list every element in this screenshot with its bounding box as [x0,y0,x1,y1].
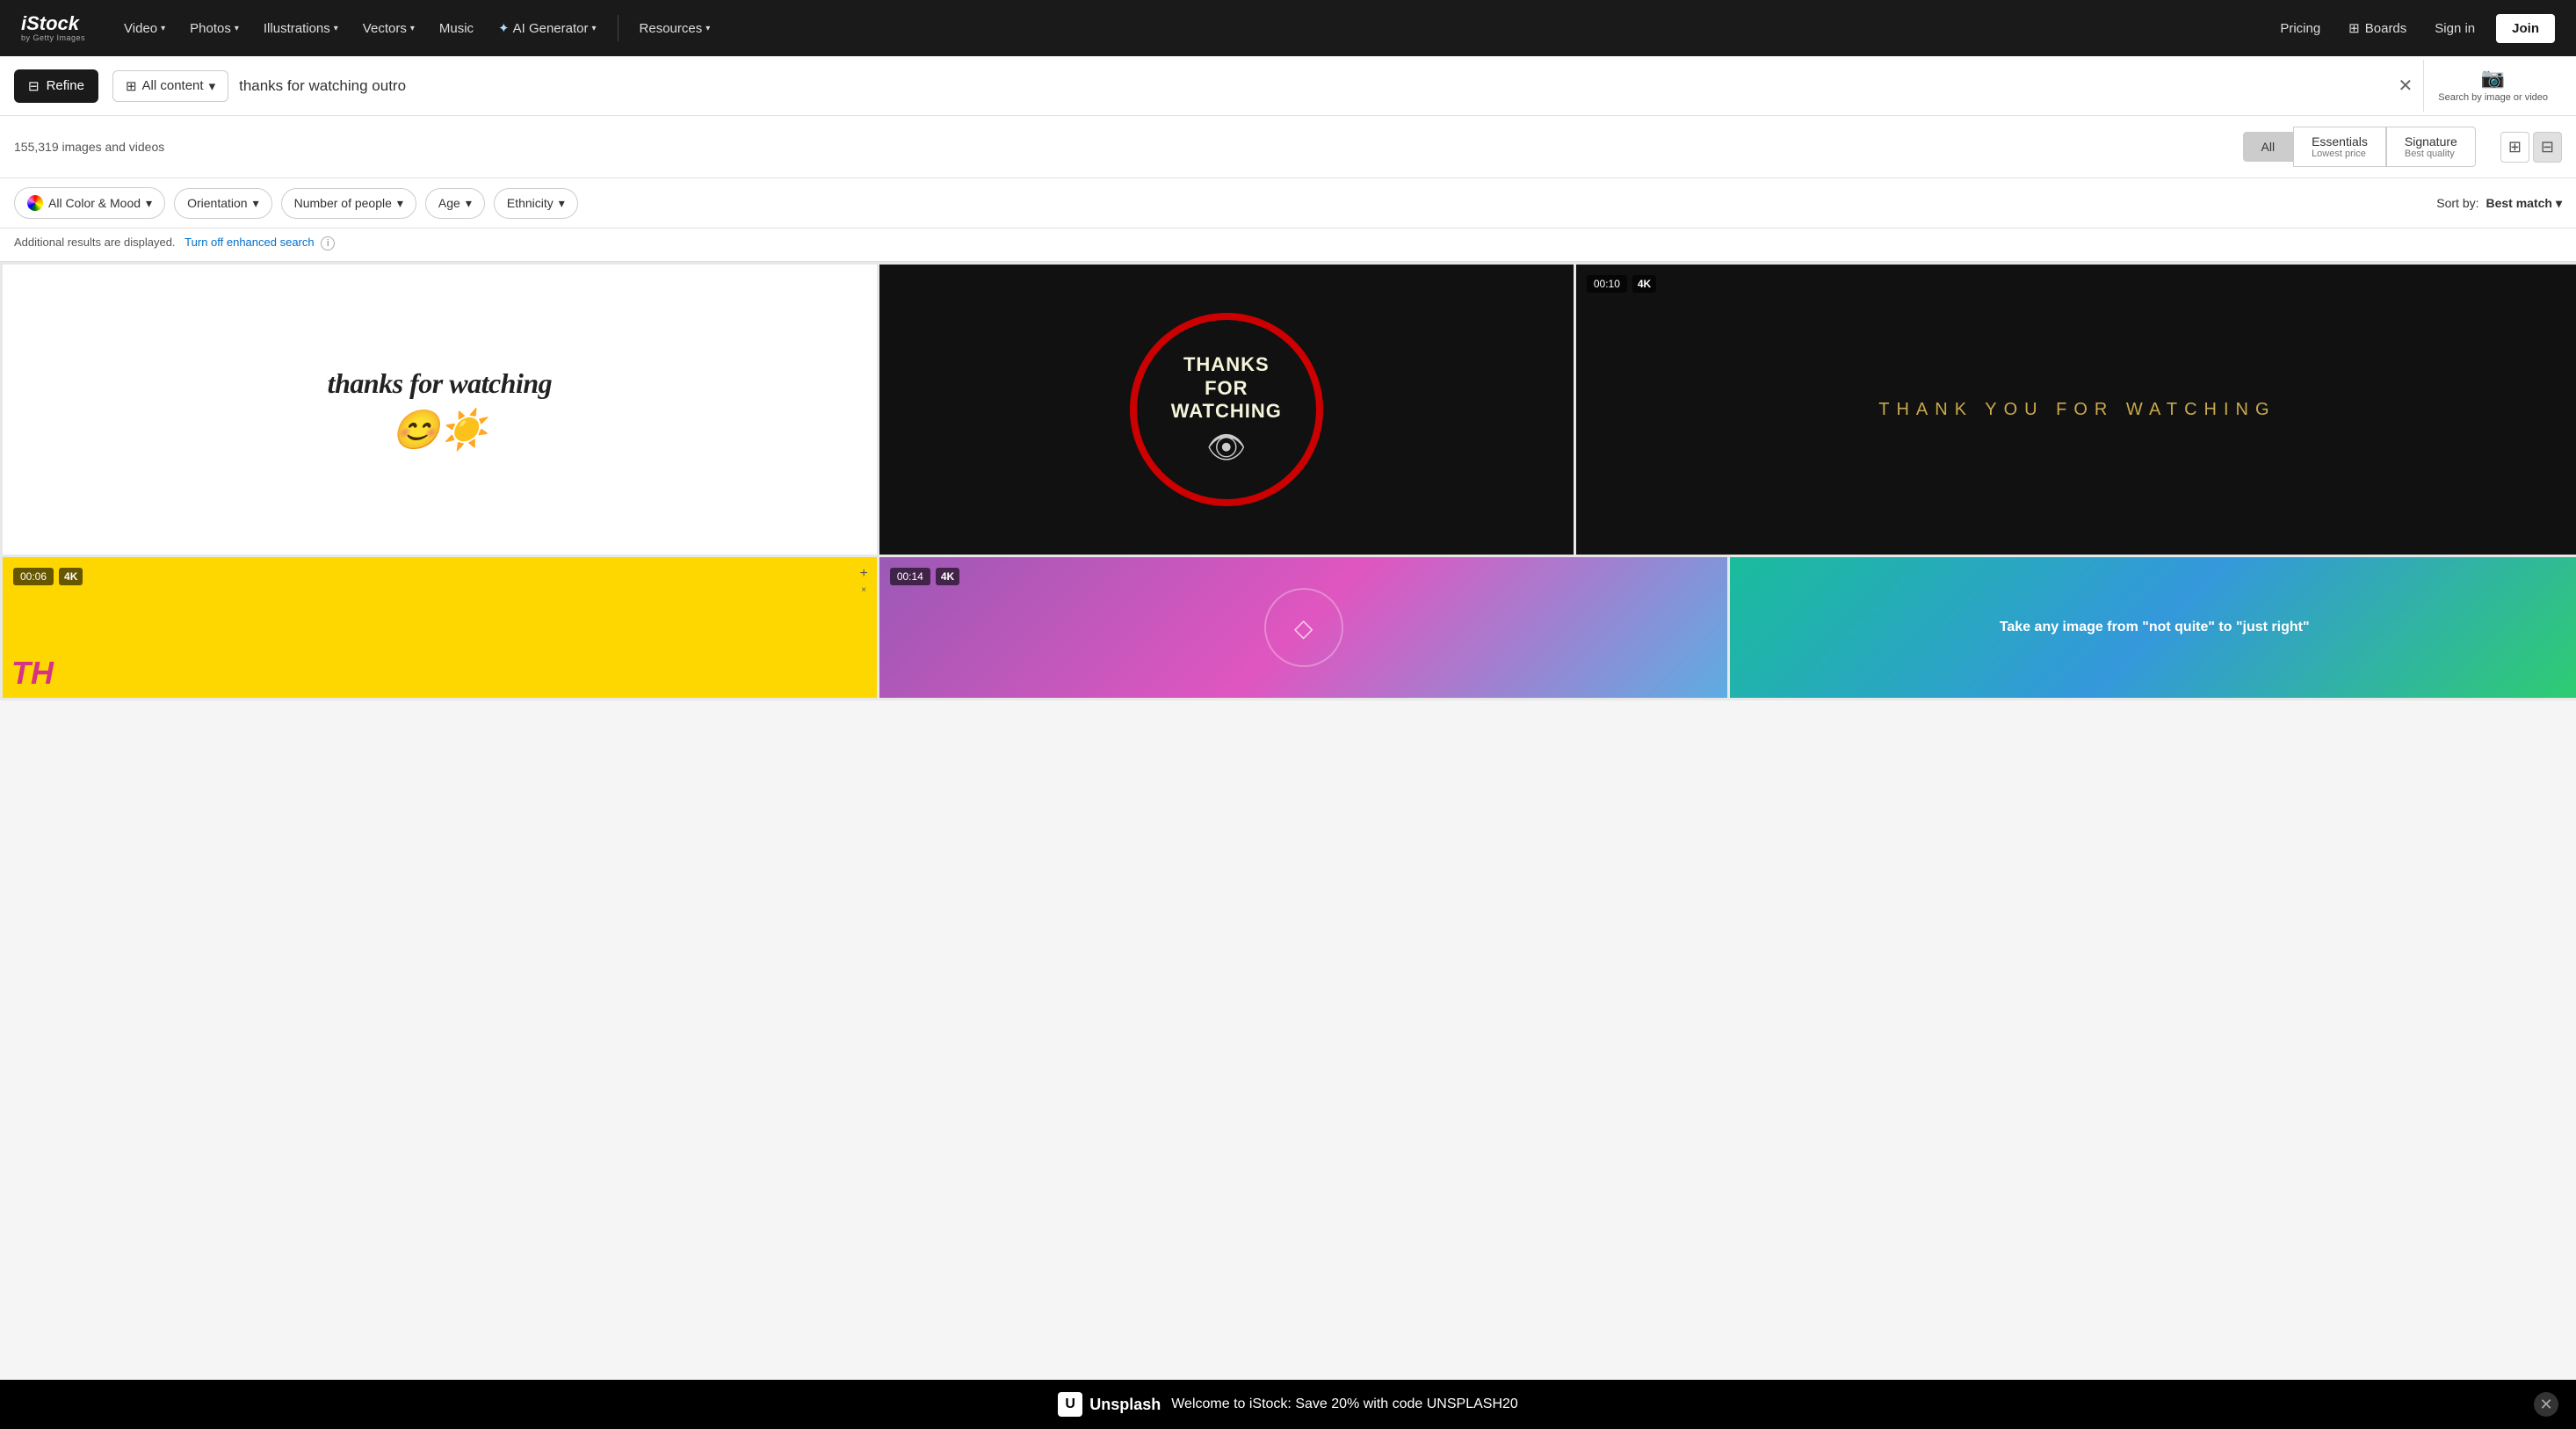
enhanced-search-note: Additional results are displayed. Turn o… [0,228,2576,262]
item2-eye: 👁 [1206,429,1247,466]
unsplash-label: Unsplash [1089,1396,1161,1414]
grid-item-4[interactable]: 00:06 4K TH + × [3,557,877,698]
chevron-down-icon: ▾ [161,24,165,33]
quality-badge: 4K [59,568,83,585]
chevron-down-icon: ▾ [592,24,597,33]
item1-text: thanks for watching [328,367,552,400]
logo-subtext: by Getty Images [21,33,85,42]
chevron-down-icon: ▾ [410,24,415,33]
content-area: thanks for watching 😊☀️ THANKSFORWATCHIN… [0,262,2576,700]
refine-button[interactable]: ⊟ Refine [14,69,98,103]
chevron-down-icon: ▾ [235,24,239,33]
tab-group: All Essentials Lowest price Signature Be… [2243,127,2476,167]
chevron-down-icon: ▾ [397,196,403,211]
search-bar: ⊟ Refine ⊞ All content ▾ ✕ 📷 Search by i… [0,56,2576,116]
nav-item-music[interactable]: Music [429,14,484,43]
nav-item-photos[interactable]: Photos ▾ [179,14,250,43]
chevron-down-icon: ▾ [334,24,338,33]
quality-badge: 4K [936,568,959,585]
item2-circle: THANKSFORWATCHING 👁 [1130,313,1323,506]
chevron-down-icon: ▾ [209,78,216,94]
nav-item-vectors[interactable]: Vectors ▾ [352,14,425,43]
content-filter-dropdown[interactable]: ⊞ All content ▾ [112,70,228,102]
grid-item-5[interactable]: 00:14 4K ◇ [879,557,1728,698]
image-grid-row1: thanks for watching 😊☀️ THANKSFORWATCHIN… [0,262,2576,557]
boards-button[interactable]: ⊞ Boards [2341,17,2413,40]
filter-icon: ⊟ [28,78,40,94]
nav-item-resources[interactable]: Resources ▾ [629,14,721,43]
nav-item-illustrations[interactable]: Illustrations ▾ [253,14,349,43]
item1-emoji: 😊☀️ [328,407,552,453]
chevron-down-icon: ▾ [559,196,565,211]
camera-icon: 📷 [2481,67,2505,90]
boards-icon: ⊞ [2348,20,2360,36]
color-icon [27,195,43,211]
grid-item-2[interactable]: THANKSFORWATCHING 👁 [879,265,1574,555]
item4-text: TH [11,657,54,689]
masonry-view-button[interactable]: ⊟ [2533,132,2562,163]
chevron-down-icon: ▾ [2556,196,2562,211]
info-icon[interactable]: i [321,236,335,250]
tab-signature[interactable]: Signature Best quality [2386,127,2476,167]
image-grid-row2: 00:06 4K TH + × 00:14 4K ◇ Take any imag… [0,557,2576,700]
duration-badge: 00:10 [1587,275,1627,293]
item3-badge: 00:10 4K [1587,275,1656,293]
logo-text: iStock [21,14,85,33]
top-navigation: iStock by Getty Images Video ▾ Photos ▾ … [0,0,2576,56]
item5-circle: ◇ [1264,588,1343,667]
sign-in-button[interactable]: Sign in [2428,18,2482,40]
diamond-icon: ◇ [1294,613,1313,642]
banner-message: Welcome to iStock: Save 20% with code UN… [1171,1396,1518,1412]
age-filter[interactable]: Age ▾ [425,188,485,219]
nav-item-video[interactable]: Video ▾ [113,14,176,43]
item1-content: thanks for watching 😊☀️ [328,367,552,453]
orientation-filter[interactable]: Orientation ▾ [174,188,272,219]
unsplash-logo: U Unsplash [1058,1392,1161,1417]
item3-text: THANK YOU FOR WATCHING [1878,400,2276,420]
join-button[interactable]: Join [2496,14,2555,43]
turn-off-enhanced-search-link[interactable]: Turn off enhanced search [185,236,314,249]
item6-text: Take any image from "not quite" to "just… [2000,618,2310,637]
number-of-people-filter[interactable]: Number of people ▾ [281,188,416,219]
grid-item-3[interactable]: 00:10 4K THANK YOU FOR WATCHING [1576,265,2576,555]
duration-badge: 00:14 [890,568,930,585]
promo-banner: U Unsplash Welcome to iStock: Save 20% w… [0,1380,2576,1429]
chevron-down-icon: ▾ [706,24,710,33]
results-count: 155,319 images and videos [14,140,164,154]
item4-badge: 00:06 4K [13,568,83,585]
search-input-wrap [239,77,2387,95]
item5-badge: 00:14 4K [890,568,959,585]
chevron-down-icon: ▾ [466,196,472,211]
banner-close-button[interactable]: ✕ [2534,1392,2558,1417]
quality-badge: 4K [1632,275,1656,293]
color-mood-filter[interactable]: All Color & Mood ▾ [14,187,165,219]
grid-item-1[interactable]: thanks for watching 😊☀️ [3,265,877,555]
nav-right: Pricing ⊞ Boards Sign in Join [2273,14,2555,43]
search-by-image-button[interactable]: 📷 Search by image or video [2423,60,2562,111]
unsplash-icon: U [1058,1392,1082,1417]
item4-shapes: + × [859,566,867,595]
clear-search-button[interactable]: ✕ [2388,71,2424,100]
pricing-link[interactable]: Pricing [2273,18,2327,40]
grid-view-button[interactable]: ⊞ [2500,132,2529,163]
view-toggle: ⊞ ⊟ [2500,132,2562,163]
search-input[interactable] [239,77,2387,95]
tab-essentials[interactable]: Essentials Lowest price [2293,127,2386,167]
sort-wrap: Sort by: Best match ▾ [2436,196,2562,211]
filter-chips-row: All Color & Mood ▾ Orientation ▾ Number … [0,178,2576,228]
grid-item-6[interactable]: Take any image from "not quite" to "just… [1730,557,2576,698]
nav-divider [618,15,619,41]
duration-badge: 00:06 [13,568,54,585]
item2-text: THANKSFORWATCHING [1171,353,1282,423]
results-row: 155,319 images and videos All Essentials… [0,116,2576,178]
logo[interactable]: iStock by Getty Images [21,14,85,42]
ethnicity-filter[interactable]: Ethnicity ▾ [494,188,578,219]
chevron-down-icon: ▾ [146,196,152,211]
nav-items: Video ▾ Photos ▾ Illustrations ▾ Vectors… [113,13,2266,43]
tab-all[interactable]: All [2243,132,2294,162]
chevron-down-icon: ▾ [253,196,259,211]
sort-dropdown[interactable]: Best match ▾ [2486,196,2563,211]
nav-item-ai-generator[interactable]: ✦ AI Generator ▾ [488,13,607,43]
grid-icon: ⊞ [126,78,137,94]
